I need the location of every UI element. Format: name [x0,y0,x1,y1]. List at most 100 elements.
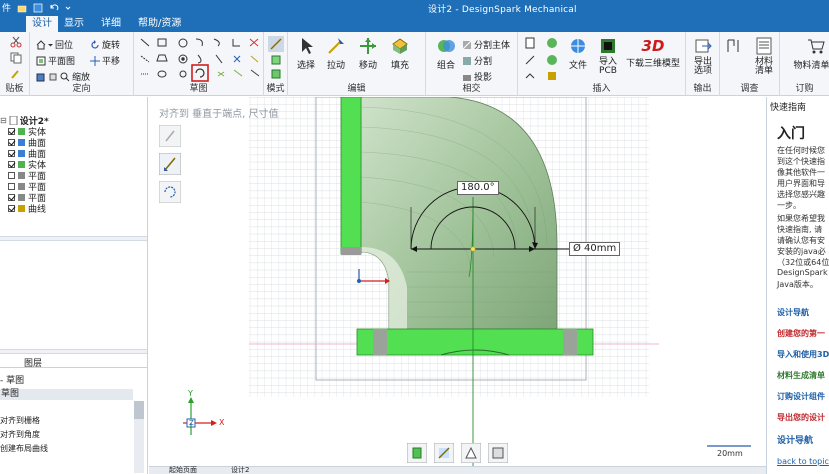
3d-mode-icon[interactable] [270,68,282,80]
snap-to-grid-option[interactable]: 对齐到栅格 [0,415,40,426]
orient-group-label: 定向 [72,84,91,94]
save-icon[interactable] [33,3,43,13]
file-button[interactable]: 文件 [562,36,594,71]
select-tool-icon[interactable] [159,125,181,147]
move-button[interactable]: 移动 [352,36,384,71]
edit-group-label: 编辑 [347,84,366,94]
rotate-icon [91,39,99,49]
visibility-checkbox[interactable] [8,150,15,157]
diameter-dimension-label[interactable]: Ø 40mm [569,242,621,256]
rotate-button[interactable]: 旋转 [90,38,120,51]
tab-design[interactable]: 设计 [26,16,58,32]
export-options-button[interactable]: 导出 选项 [687,36,719,76]
line-tool-icon[interactable] [159,153,181,175]
tab-display[interactable]: 显示 [58,16,90,32]
tree-item-label: 曲线 [28,205,47,215]
tree-item[interactable]: 曲线 [8,203,47,215]
left-tab-strip: 图层 [0,355,147,369]
tab-design2[interactable]: 设计2 [231,465,249,474]
angle-dimension-label[interactable]: 180.0° [457,181,499,195]
tab-detail[interactable]: 详细 [95,16,127,32]
shopping-cart-icon [808,39,825,54]
visibility-checkbox[interactable] [8,172,15,179]
bill-of-materials-button[interactable]: 材料 清单 [748,36,780,76]
quick-guide-link[interactable]: 订购设计组件 [777,391,825,402]
snap-to-angle-option[interactable]: 对齐到角度 [0,429,40,440]
split-body-button[interactable]: 分割主体 [462,38,510,51]
dropdown-arrow-icon [48,43,53,46]
split-button[interactable]: 分割 [462,54,492,67]
format-painter-icon[interactable] [10,68,22,80]
import-pcb-button[interactable]: 导入 PCB [592,36,624,76]
measure-icon[interactable] [726,38,742,54]
left-flange[interactable] [340,97,362,255]
pull-button[interactable]: 拉动 [320,36,352,71]
quick-guide-footer-heading: 设计导航 [777,436,814,446]
copy-icon[interactable] [10,52,22,64]
quick-guide-link[interactable]: 创建您的第一 [777,328,825,339]
plan-view-icon [36,56,46,65]
section-mode-icon[interactable] [270,54,282,66]
download-3d-model-button[interactable]: 3D 下载三维模型 [624,36,682,69]
triad-y-label: Y [188,389,193,398]
home-button[interactable]: 回位 [36,38,73,51]
visibility-checkbox[interactable] [8,139,15,146]
canvas-drawing [249,97,751,474]
axis-triad: Y X Z [181,389,227,437]
section-view-icon[interactable] [461,443,481,463]
combine-button[interactable]: 组合 [430,36,462,71]
solid-view-icon[interactable] [407,443,427,463]
visibility-checkbox[interactable] [8,128,15,135]
open-icon[interactable] [17,3,27,13]
visibility-checkbox[interactable] [8,194,15,201]
file-menu[interactable]: 件 [2,1,11,14]
sketch-view-icon[interactable] [434,443,454,463]
visibility-checkbox[interactable] [8,161,15,168]
visibility-checkbox[interactable] [8,183,15,190]
quick-guide-link[interactable]: 设计导航 [777,307,809,318]
quick-guide-link[interactable]: 导入和使用3D [777,349,829,360]
tab-start-page[interactable]: 起始页面 [169,465,197,474]
quick-guide-line: 安装的java必 [777,247,826,256]
left-flange-edge [341,247,361,255]
insert-shapes-icons[interactable] [524,36,564,82]
design-canvas[interactable]: 对齐到 垂直于端点, 尺寸值 180.0° Ø 40mm Y X Z 20mm [149,97,766,474]
title-bar: 件 设计2 - DesignSpark Mechanical [0,0,829,15]
chevron-down-icon[interactable] [65,3,71,13]
print-icon[interactable] [488,443,508,463]
quick-guide-panel: 快速指南 入门 在任何时候您 到这个快速指 像其他软件一 用户界面和导 选择您感兴趣 一步… [766,97,829,474]
options-scrollbar[interactable] [134,401,144,473]
panel-splitter-2[interactable] [0,349,147,354]
quick-guide-link[interactable]: 材料生成清单 [777,370,825,381]
body-icon [18,205,25,212]
pan-button[interactable]: 平移 [90,54,120,67]
quick-guide-link[interactable]: 导出您的设计 [777,412,825,423]
home-icon [36,39,46,49]
sketch-mode-icon[interactable] [268,36,284,52]
back-to-topic-link[interactable]: back to topic [777,457,829,466]
cut-icon[interactable] [10,36,22,48]
import-pcb-icon [601,39,615,53]
undo-icon[interactable] [49,3,59,13]
cube-view-icon [36,73,45,81]
fill-button[interactable]: 填充 [384,36,416,71]
bottom-flange[interactable] [356,328,594,356]
bom-order-button[interactable]: 物料清单接 [786,36,829,71]
visibility-checkbox[interactable] [8,205,15,212]
window-title: 设计2 - DesignSpark Mechanical [428,5,577,15]
zoom-icon [60,72,70,81]
quick-guide-line: 选择您感兴趣 [777,190,825,199]
plan-view-button[interactable]: 平面图 [36,54,75,67]
tab-layers[interactable]: 图层 [24,356,42,369]
scrollbar-thumb[interactable] [134,401,144,419]
center-point[interactable] [470,246,476,252]
intersect-group-label: 相交 [462,84,481,94]
rotate-view-icon[interactable] [159,181,181,203]
select-button[interactable]: 选择 [290,36,322,71]
tab-help[interactable]: 帮助/资源 [132,16,187,32]
bolt-hole-right [563,329,577,355]
layout-curves-option[interactable]: 创建布局曲线 [0,443,48,454]
panel-splitter[interactable] [0,236,147,241]
options-panel: - 草图 草图 对齐到栅格 对齐到角度 创建布局曲线 [0,369,147,473]
sketch-tools-grid[interactable] [138,36,262,84]
